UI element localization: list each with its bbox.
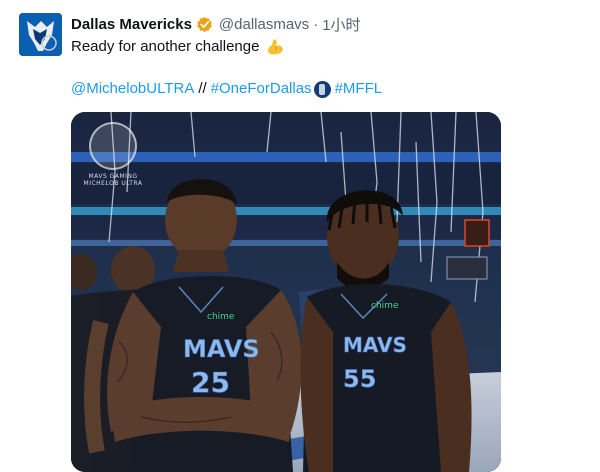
tweet-timestamp[interactable]: 1小时 <box>322 14 360 35</box>
hashtag-mffl-link[interactable]: #MFFL <box>335 79 383 99</box>
watermark-line1: MAVS GAMING <box>88 173 138 180</box>
account-avatar[interactable] <box>19 13 62 56</box>
display-name[interactable]: Dallas Mavericks <box>71 16 192 33</box>
jersey-text-left: MAVS <box>183 335 260 363</box>
sponsor-patch-left: chime <box>207 312 235 322</box>
watermark-line2: MICHELOB ULTRA <box>83 180 143 187</box>
hashtag-onefordallas-link[interactable]: #OneForDallas <box>211 79 312 99</box>
tweet-header: Dallas Mavericks @dallasmavs · 1小时 <box>71 13 361 35</box>
mavericks-ball-icon <box>313 80 331 98</box>
tweet-photo[interactable]: MAVS 25 MAVS 55 chime chime MAVS GAMING … <box>71 112 501 472</box>
sponsor-patch-right: chime <box>371 301 399 311</box>
tags-separator: // <box>198 80 207 97</box>
flexed-biceps-icon <box>268 39 284 55</box>
header-separator: · <box>313 15 319 33</box>
tweet-tags: @MichelobULTRA // #OneForDallas #MFFL <box>71 79 382 99</box>
jersey-text-right: MAVS <box>343 333 407 357</box>
mention-link[interactable]: @MichelobULTRA <box>71 79 194 99</box>
verified-badge-icon <box>197 16 212 32</box>
mavs-gaming-logo-icon <box>89 122 137 170</box>
tweet-text: Ready for another challenge <box>71 37 285 57</box>
account-handle[interactable]: @dallasmavs <box>219 16 309 33</box>
mavericks-logo-icon <box>19 13 62 56</box>
photo-watermark: MAVS GAMING MICHELOB ULTRA <box>83 122 143 187</box>
jersey-number-right: 55 <box>343 365 376 393</box>
jersey-number-left: 25 <box>191 366 230 399</box>
tweet-body: Ready for another challenge <box>71 38 260 55</box>
tweet-card[interactable]: Dallas Mavericks @dallasmavs · 1小时 Ready… <box>0 0 600 472</box>
